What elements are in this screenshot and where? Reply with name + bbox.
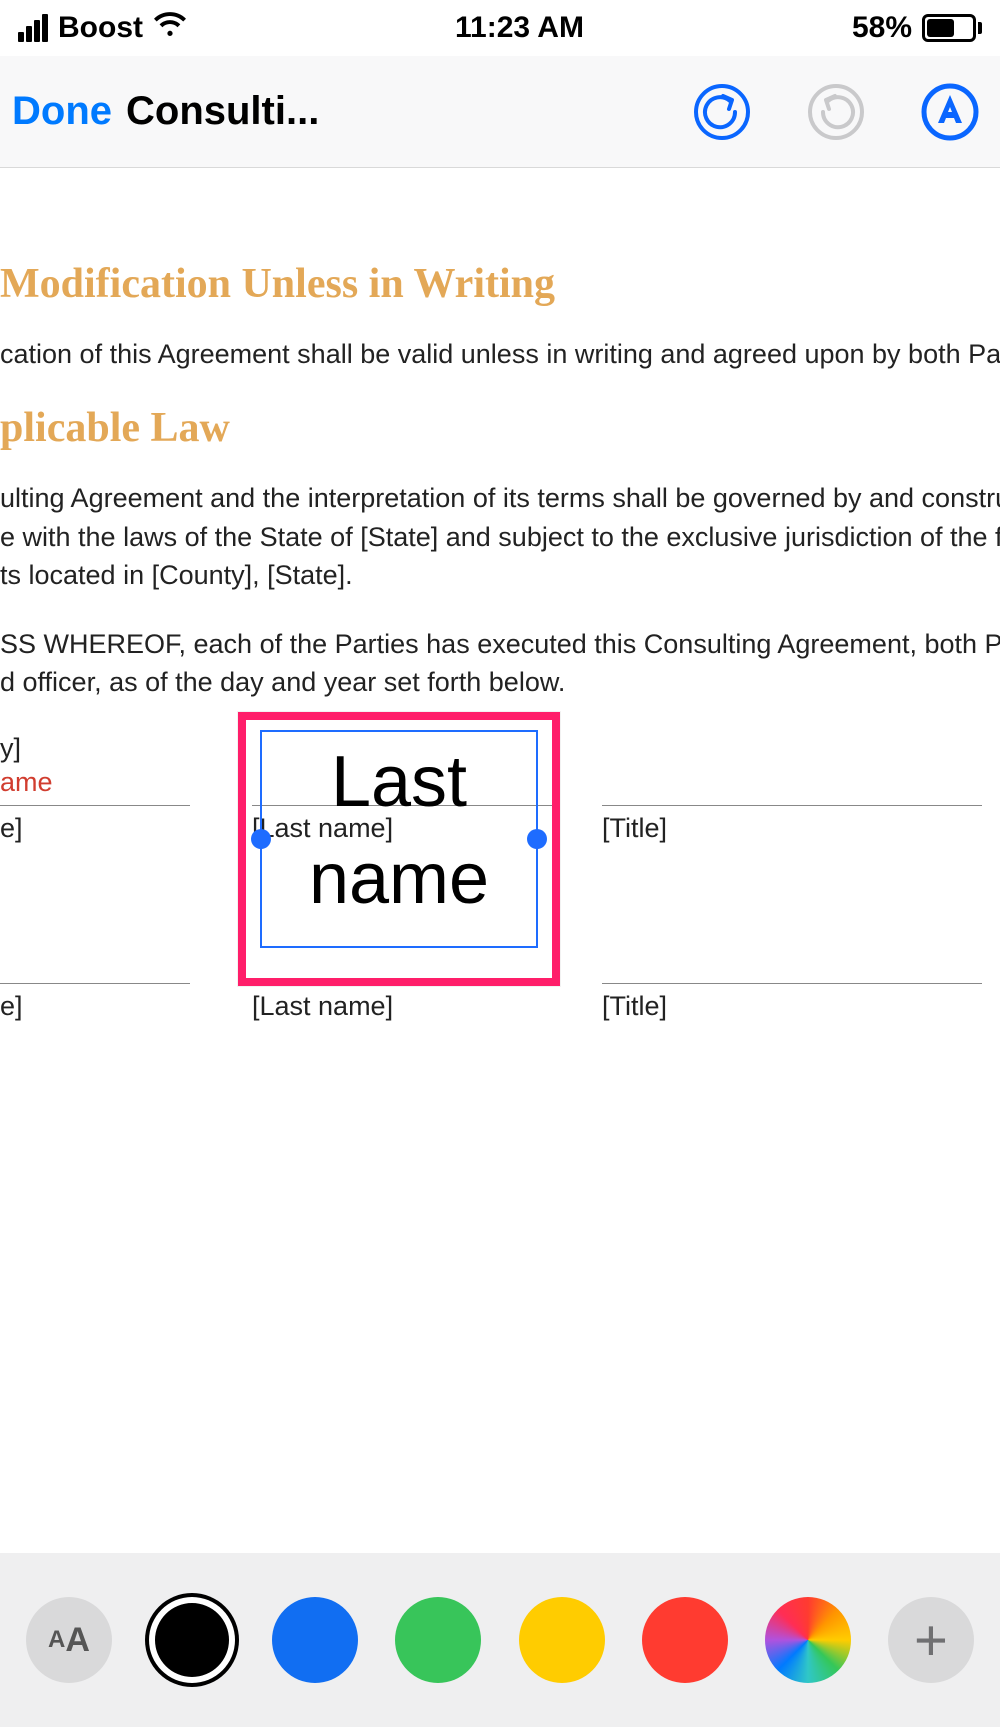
document-title[interactable]: Consulti... bbox=[126, 89, 319, 134]
signature-placeholder: y] bbox=[0, 733, 21, 764]
redo-button[interactable] bbox=[806, 82, 866, 142]
body-text: SS WHEREOF, each of the Parties has exec… bbox=[0, 626, 1000, 662]
color-swatch-yellow[interactable] bbox=[519, 1597, 605, 1683]
text-style-small-a: A bbox=[48, 1626, 65, 1654]
add-annotation-button[interactable]: + bbox=[888, 1597, 974, 1683]
color-swatch-custom[interactable] bbox=[765, 1597, 851, 1683]
carrier-label: Boost bbox=[58, 11, 143, 45]
status-left: Boost bbox=[18, 11, 187, 45]
color-swatch-blue[interactable] bbox=[272, 1597, 358, 1683]
signature-line bbox=[602, 983, 982, 984]
textbox-content[interactable]: Last name bbox=[264, 734, 534, 928]
editor-toolbar: Done Consulti... bbox=[0, 56, 1000, 168]
signature-line bbox=[602, 805, 982, 806]
section-heading-modification: Modification Unless in Writing bbox=[0, 260, 1000, 308]
undo-button[interactable] bbox=[692, 82, 752, 142]
signature-placeholder-red: ame bbox=[0, 767, 53, 798]
status-bar: Boost 11:23 AM 58% bbox=[0, 0, 1000, 56]
color-swatch-green[interactable] bbox=[395, 1597, 481, 1683]
battery-pct: 58% bbox=[852, 11, 912, 45]
section-heading-law: plicable Law bbox=[0, 404, 1000, 452]
wifi-icon bbox=[153, 11, 187, 45]
signature-line bbox=[0, 805, 190, 806]
body-text: ulting Agreement and the interpretation … bbox=[0, 480, 1000, 516]
signature-field-label: e] bbox=[0, 813, 23, 844]
signature-line bbox=[0, 983, 190, 984]
done-button[interactable]: Done bbox=[12, 89, 112, 134]
signature-field-label: [Title] bbox=[602, 991, 667, 1022]
signature-field-label: e] bbox=[0, 991, 23, 1022]
body-text: cation of this Agreement shall be valid … bbox=[0, 336, 1000, 372]
markup-bottom-bar: AA + bbox=[0, 1553, 1000, 1727]
signature-field-label: [Title] bbox=[602, 813, 667, 844]
body-text: ts located in [County], [State]. bbox=[0, 557, 1000, 593]
text-style-big-a: A bbox=[65, 1621, 90, 1660]
status-time: 11:23 AM bbox=[455, 11, 584, 45]
color-swatch-black[interactable] bbox=[149, 1597, 235, 1683]
text-style-button[interactable]: AA bbox=[26, 1597, 112, 1683]
color-swatch-red[interactable] bbox=[642, 1597, 728, 1683]
document-canvas[interactable]: Modification Unless in Writing cation of… bbox=[0, 168, 1000, 1553]
signal-icon bbox=[18, 14, 48, 42]
battery-icon bbox=[922, 14, 982, 42]
status-right: 58% bbox=[852, 11, 982, 45]
markup-tool-button[interactable] bbox=[920, 82, 980, 142]
body-text: e with the laws of the State of [State] … bbox=[0, 519, 1000, 555]
body-text: d officer, as of the day and year set fo… bbox=[0, 664, 1000, 700]
signature-field-label: [Last name] bbox=[252, 991, 393, 1022]
